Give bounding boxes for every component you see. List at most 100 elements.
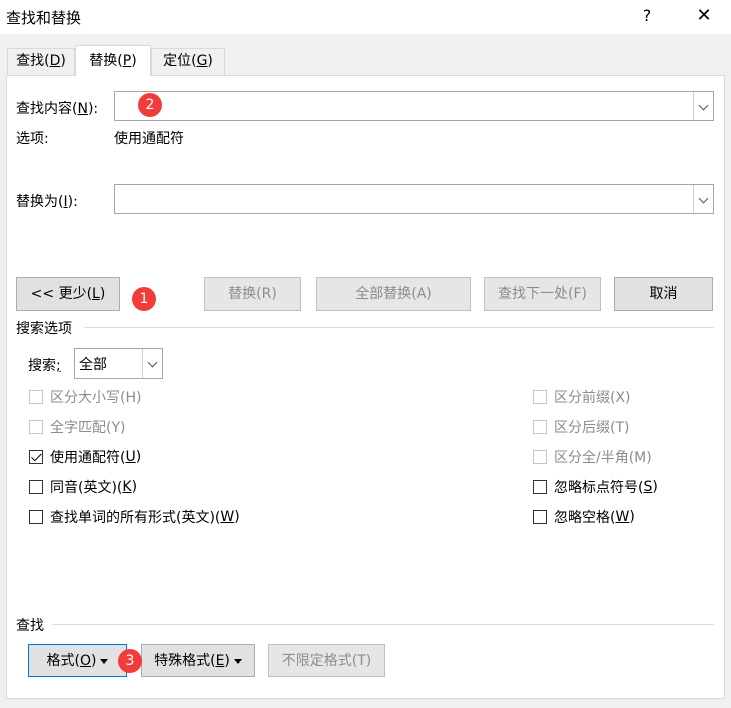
all-word-forms-checkbox[interactable]: 查找单词的所有形式(英文)(W) xyxy=(29,506,240,528)
tab-replace-label: 替换( xyxy=(89,53,123,69)
match-width-checkbox[interactable]: 区分全/半角(M) xyxy=(533,446,652,468)
tab-goto-close: ) xyxy=(207,53,213,69)
replace-label: 替换为(I): xyxy=(16,191,78,211)
sounds-like-box[interactable] xyxy=(29,480,43,494)
use-wildcards-close: ) xyxy=(135,449,142,465)
ignore-whitespace-box[interactable] xyxy=(533,510,547,524)
match-width-label: 区分全/半角(M) xyxy=(554,450,652,466)
help-button[interactable]: ? xyxy=(633,4,661,28)
find-label-key: N xyxy=(77,101,88,117)
ignore-punctuation-close: ) xyxy=(652,479,658,495)
match-suffix-box[interactable] xyxy=(533,420,547,434)
ignore-whitespace-label: 忽略空格( xyxy=(554,510,616,526)
search-direction-value: 全部 xyxy=(79,357,107,373)
format-button[interactable]: 格式(O) xyxy=(28,644,127,677)
special-dropdown-icon xyxy=(233,658,242,664)
all-word-forms-label: 查找单词的所有形式(英文)( xyxy=(50,510,221,526)
tab-goto[interactable]: 定位(G) xyxy=(151,48,225,75)
annotation-badge-1: 1 xyxy=(132,287,156,311)
sounds-like-close: ) xyxy=(131,479,138,495)
tab-goto-label: 定位( xyxy=(163,53,197,69)
search-direction-select[interactable]: 全部 xyxy=(74,348,163,379)
replace-input[interactable] xyxy=(114,184,714,214)
all-word-forms-box[interactable] xyxy=(29,510,43,524)
tab-find-label: 查找( xyxy=(16,53,50,69)
ignore-punctuation-box[interactable] xyxy=(533,480,547,494)
no-formatting-button[interactable]: 不限定格式(T) xyxy=(268,644,385,677)
ignore-whitespace-checkbox[interactable]: 忽略空格(W) xyxy=(533,506,635,528)
less-button-close: ) xyxy=(99,286,106,302)
search-label-text: 搜索 xyxy=(28,358,56,374)
ignore-whitespace-close: ) xyxy=(629,509,635,525)
less-button-label: << 更少( xyxy=(30,286,93,302)
whole-word-checkbox[interactable]: 全字匹配(Y) xyxy=(29,416,125,438)
format-dropdown-icon xyxy=(100,658,109,664)
match-prefix-label: 区分前缀(X) xyxy=(554,390,631,406)
ignore-punctuation-checkbox[interactable]: 忽略标点符号(S) xyxy=(533,476,658,498)
tab-find[interactable]: 查找(D) xyxy=(7,48,75,75)
find-next-button[interactable]: 查找下一处(F) xyxy=(484,277,601,311)
find-label-text: 查找内容( xyxy=(16,101,78,117)
use-wildcards-box[interactable] xyxy=(29,450,43,464)
annotation-badge-3: 3 xyxy=(118,649,142,673)
match-prefix-checkbox[interactable]: 区分前缀(X) xyxy=(533,386,631,408)
tab-find-close: ) xyxy=(60,53,66,69)
find-label-close: ): xyxy=(87,101,99,117)
whole-word-label: 全字匹配(Y) xyxy=(50,420,126,436)
format-button-label: 格式( xyxy=(46,653,80,669)
match-suffix-label: 区分后缀(T) xyxy=(554,420,630,436)
match-width-box[interactable] xyxy=(533,450,547,464)
annotation-badge-2: 2 xyxy=(138,93,162,117)
match-suffix-checkbox[interactable]: 区分后缀(T) xyxy=(533,416,629,438)
options-label: 选项: xyxy=(16,131,49,147)
tab-replace[interactable]: 替换(P) xyxy=(75,45,151,76)
special-button-close: ) xyxy=(224,653,230,669)
ignore-punctuation-label: 忽略标点符号( xyxy=(554,480,644,496)
tab-replace-close: ) xyxy=(131,53,137,69)
tab-find-key: D xyxy=(49,53,61,69)
format-button-key: O xyxy=(79,653,92,669)
find-label: 查找内容(N): xyxy=(16,98,98,118)
search-options-divider xyxy=(84,327,714,328)
close-button[interactable]: ✕ xyxy=(690,4,718,28)
find-dropdown-icon[interactable] xyxy=(693,92,713,120)
window-title: 查找和替换 xyxy=(6,9,82,27)
tab-goto-key: G xyxy=(196,53,208,69)
whole-word-box[interactable] xyxy=(29,420,43,434)
all-word-forms-key: W xyxy=(220,509,235,525)
tab-replace-key: P xyxy=(122,53,132,69)
less-button-key: L xyxy=(92,286,100,302)
find-section-title: 查找 xyxy=(16,618,44,634)
use-wildcards-key: U xyxy=(125,449,136,465)
use-wildcards-checkbox[interactable]: 使用通配符(U) xyxy=(29,446,141,468)
ignore-whitespace-key: W xyxy=(615,509,630,525)
replace-dropdown-icon[interactable] xyxy=(693,185,713,213)
title-bar: 查找和替换 ? ✕ xyxy=(0,0,731,34)
search-options-title: 搜索选项 xyxy=(16,321,72,337)
use-wildcards-label: 使用通配符( xyxy=(50,450,126,466)
search-direction-dropdown-icon[interactable] xyxy=(142,349,162,378)
replace-label-close: ): xyxy=(67,194,78,210)
search-label: 搜索; xyxy=(28,355,61,375)
ignore-punctuation-key: S xyxy=(643,479,653,495)
replace-all-button[interactable]: 全部替换(A) xyxy=(316,277,471,311)
match-prefix-box[interactable] xyxy=(533,390,547,404)
sounds-like-label: 同音(英文)( xyxy=(50,480,123,496)
find-input[interactable] xyxy=(114,91,714,121)
options-value: 使用通配符 xyxy=(114,131,184,147)
match-case-box[interactable] xyxy=(29,390,43,404)
special-button[interactable]: 特殊格式(E) xyxy=(141,644,255,677)
replace-button[interactable]: 替换(R) xyxy=(204,277,301,311)
match-case-label: 区分大小写(H) xyxy=(50,390,142,406)
less-button[interactable]: << 更少(L) xyxy=(16,277,120,311)
replace-label-text: 替换为( xyxy=(16,194,64,210)
cancel-button[interactable]: 取消 xyxy=(614,277,713,311)
special-button-label: 特殊格式( xyxy=(154,653,216,669)
match-case-checkbox[interactable]: 区分大小写(H) xyxy=(29,386,141,408)
search-label-key: ; xyxy=(56,358,61,374)
find-section-divider xyxy=(52,624,714,625)
sounds-like-checkbox[interactable]: 同音(英文)(K) xyxy=(29,476,137,498)
sounds-like-key: K xyxy=(122,479,132,495)
all-word-forms-close: ) xyxy=(234,509,240,525)
format-button-close: ) xyxy=(91,653,97,669)
